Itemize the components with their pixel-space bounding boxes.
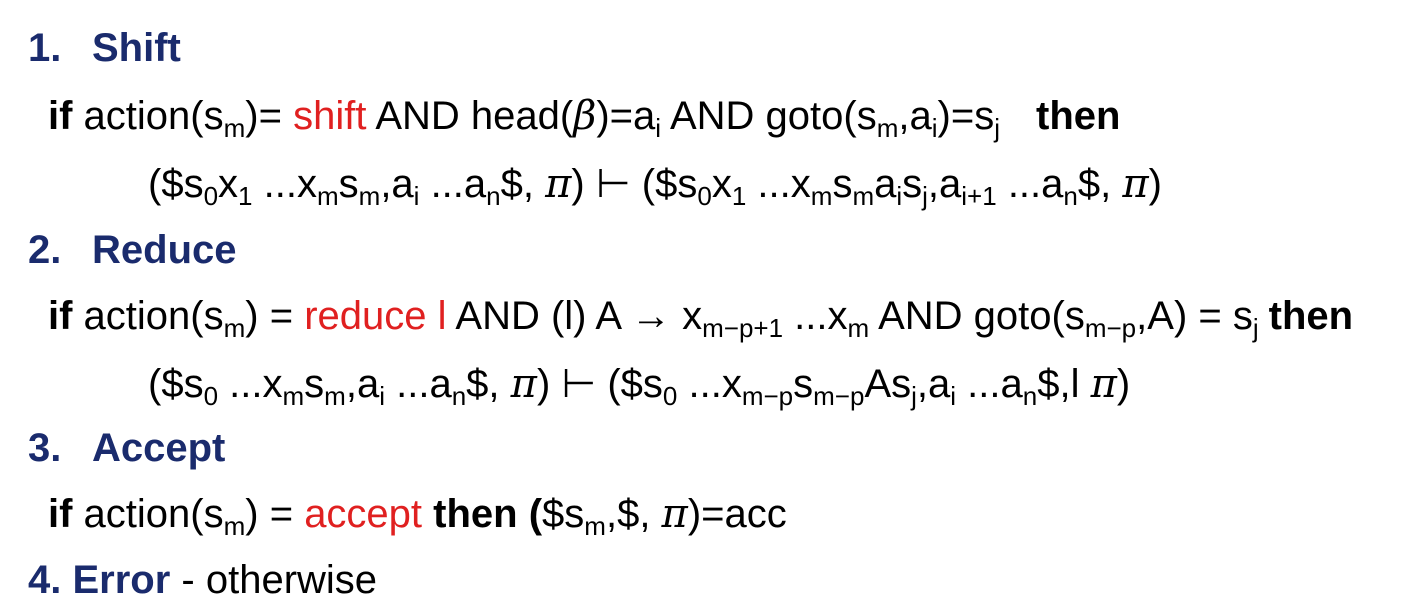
pi-symbol: π: [1090, 361, 1117, 407]
heading-number: 3.: [28, 426, 62, 470]
action-keyword-shift: shift: [293, 94, 367, 138]
keyword-if: if: [48, 94, 73, 138]
keyword-then: then: [1268, 294, 1354, 338]
error-description: - otherwise: [170, 558, 378, 602]
heading-number: 2.: [28, 228, 62, 272]
accept-condition: if action(sm) = accept then ($sm,$, π)=a…: [48, 491, 787, 541]
heading-number: 1.: [28, 26, 62, 70]
keyword-then: then: [1036, 94, 1121, 138]
action-keyword-reduce: reduce l: [304, 294, 447, 338]
shift-transition: ($s0x1 ...xmsm,ai ...an$, π) ⊢ ($s0x1 ..…: [148, 161, 1162, 211]
pi-symbol: π: [661, 491, 688, 537]
keyword-if: if: [48, 492, 73, 536]
action-keyword-accept: accept: [304, 492, 423, 536]
heading-title: Error: [72, 558, 171, 602]
turnstile: ) ⊢ ($s: [536, 362, 663, 406]
heading-title: Accept: [92, 426, 226, 470]
reduce-transition: ($s0 ...xmsm,ai ...an$, π) ⊢ ($s0 ...xm−…: [148, 361, 1131, 411]
beta-symbol: β: [573, 93, 597, 139]
pi-symbol: π: [545, 161, 572, 207]
heading-number: 4.: [28, 558, 62, 602]
heading-shift: 1. Shift: [28, 24, 181, 72]
heading-reduce: 2. Reduce: [28, 226, 237, 274]
heading-title: Shift: [92, 26, 181, 70]
heading-title: Reduce: [92, 228, 237, 272]
keyword-then: then (: [422, 492, 543, 536]
shift-condition: if action(sm)= shift AND head(β)=ai AND …: [48, 93, 1121, 143]
pi-symbol: π: [510, 361, 537, 407]
keyword-if: if: [48, 294, 73, 338]
turnstile: ) ⊢ ($s: [571, 162, 698, 206]
reduce-condition: if action(sm) = reduce l AND (l) A → xm−…: [48, 294, 1354, 343]
pi-symbol: π: [1122, 161, 1149, 207]
heading-accept: 3. Accept: [28, 424, 225, 472]
lr-parser-rules-slide: 1. Shift if action(sm)= shift AND head(β)…: [0, 0, 1427, 613]
heading-error: 4. Error - otherwise: [28, 556, 377, 604]
